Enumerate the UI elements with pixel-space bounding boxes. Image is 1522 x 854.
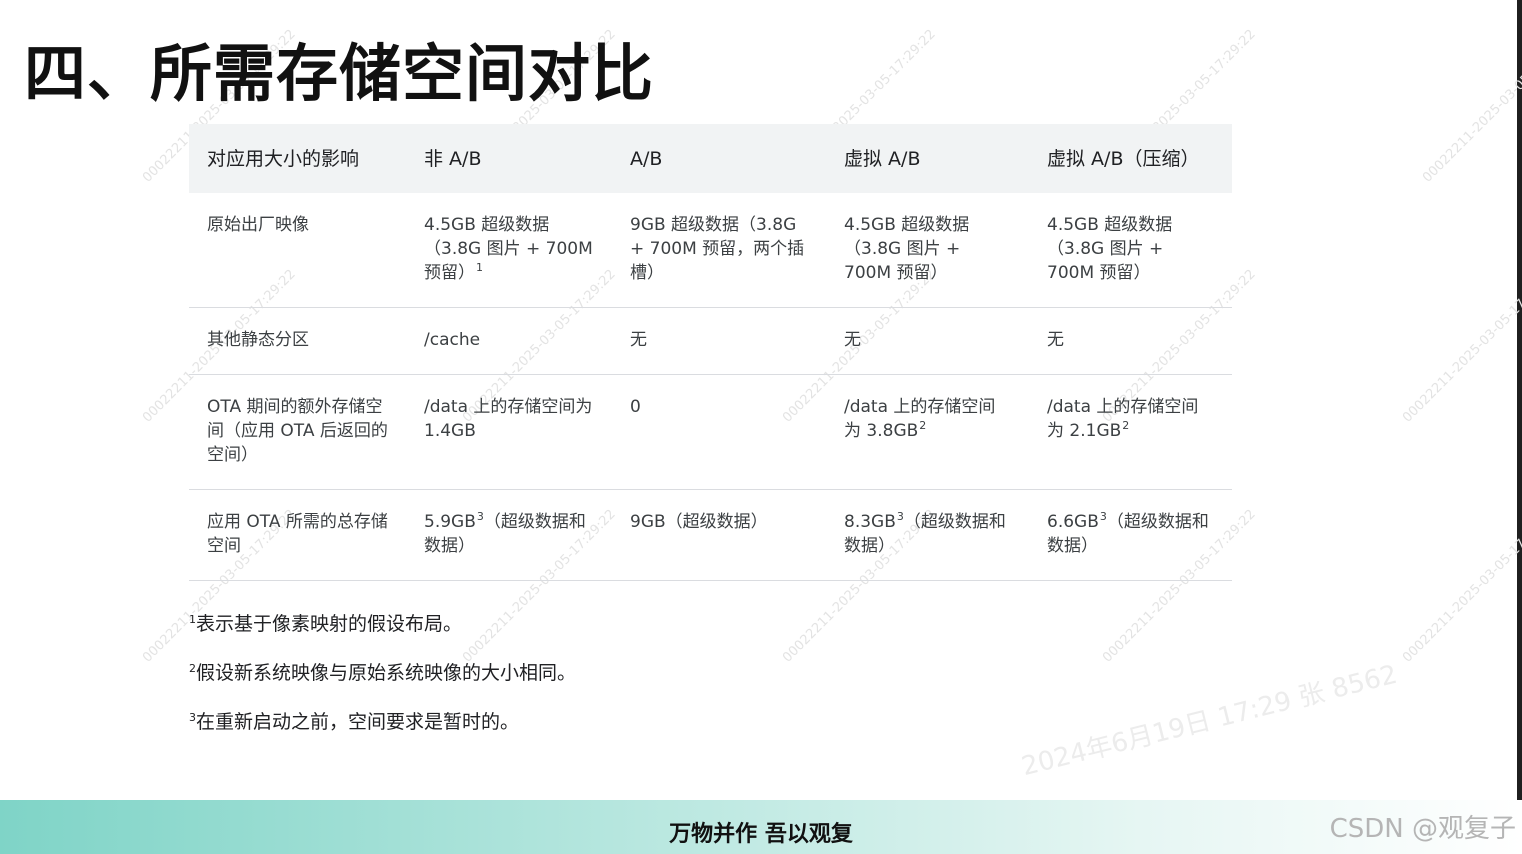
row-label-text: 其他静态分区 (207, 330, 309, 350)
table-cell: 5.9GB3（超级数据和数据） (406, 489, 612, 581)
right-edge-bar (1517, 0, 1522, 800)
column-header: 虚拟 A/B (844, 147, 921, 170)
table-cell: /data 上的存储空间为 3.8GB2 (826, 374, 1029, 490)
table-cell: 4.5GB 超级数据（3.8G 图片 + 700M 预留） (1029, 193, 1232, 308)
table-cell: 8.3GB3（超级数据和数据） (826, 489, 1029, 581)
table-cell: /cache (406, 307, 612, 375)
row-label-text: 原始出厂映像 (207, 215, 309, 235)
row-label: 应用 OTA 所需的总存储空间 (189, 489, 406, 581)
table-row: 原始出厂映像 4.5GB 超级数据（3.8G 图片 + 700M 预留）1 9G… (189, 193, 1232, 308)
table-cell: /data 上的存储空间为 1.4GB (406, 374, 612, 490)
footnote-ref: 2 (919, 419, 927, 433)
footnote-ref: 1 (476, 261, 483, 275)
footer-bar: 万物并作 吾以观复 (0, 800, 1522, 854)
table-row: OTA 期间的额外存储空间（应用 OTA 后返回的空间） /data 上的存储空… (189, 374, 1232, 490)
footnote-text: 在重新启动之前，空间要求是暂时的。 (196, 711, 520, 733)
cell-text: 无 (844, 330, 861, 350)
row-label: OTA 期间的额外存储空间（应用 OTA 后返回的空间） (189, 374, 406, 490)
table-header: 对应用大小的影响 非 A/B A/B 虚拟 A/B 虚拟 A/B（压缩） (189, 124, 1232, 193)
cell-text: /cache (424, 330, 481, 350)
footnote-ref: 3 (1099, 510, 1107, 524)
row-label: 原始出厂映像 (189, 193, 406, 308)
footnote: 3在重新启动之前，空间要求是暂时的。 (188, 706, 576, 755)
cell-text: /data 上的存储空间为 1.4GB (424, 397, 593, 441)
cell-text: 4.5GB 超级数据（3.8G 图片 + 700M 预留） (424, 215, 593, 283)
header-row: 对应用大小的影响 非 A/B A/B 虚拟 A/B 虚拟 A/B（压缩） (189, 124, 1232, 193)
table-cell: 0 (612, 374, 826, 490)
cell-text: 9GB（超级数据） (630, 512, 768, 532)
watermark: 00022211-2025-03-05-17:29:22 (1400, 266, 1522, 426)
footnote-number: 3 (189, 710, 196, 724)
cell-text: 4.5GB 超级数据（3.8G 图片 + 700M 预留） (1047, 215, 1173, 283)
cell-text: 9GB 超级数据（3.8G + 700M 预留，两个插槽） (630, 215, 805, 283)
footnote: 1表示基于像素映射的假设布局。 (188, 608, 576, 657)
table-cell: 无 (826, 307, 1029, 375)
table-cell: 9GB 超级数据（3.8G + 700M 预留，两个插槽） (612, 193, 826, 308)
cell-text: 无 (1047, 330, 1064, 350)
column-header: 非 A/B (424, 147, 482, 170)
footnote-ref: 3 (476, 510, 484, 524)
date-watermark: 2024年6月19日 17:29 张 8562 (1019, 659, 1401, 783)
table-cell: 无 (1029, 307, 1232, 375)
footnote: 2假设新系统映像与原始系统映像的大小相同。 (188, 657, 576, 706)
table-cell: 无 (612, 307, 826, 375)
cell-text: 8.3GB (844, 512, 896, 532)
watermark: 00022211-2025-03-05-17:29:22 (1420, 26, 1522, 186)
page-title: 四、所需存储空间对比 (24, 37, 655, 110)
table-cell: 4.5GB 超级数据（3.8G 图片 + 700M 预留）1 (406, 193, 612, 308)
cell-text: 0 (630, 397, 641, 417)
footnotes: 1表示基于像素映射的假设布局。 2假设新系统映像与原始系统映像的大小相同。 3在… (188, 608, 576, 755)
table-row: 其他静态分区 /cache 无 无 无 (189, 307, 1232, 375)
column-header: 虚拟 A/B（压缩） (1047, 147, 1200, 170)
table-cell: /data 上的存储空间为 2.1GB2 (1029, 374, 1232, 490)
footnote-ref: 3 (896, 510, 904, 524)
cell-text: 4.5GB 超级数据（3.8G 图片 + 700M 预留） (844, 215, 970, 283)
footnote-number: 2 (189, 661, 196, 675)
row-label-text: 应用 OTA 所需的总存储空间 (207, 512, 388, 556)
footer-slogan: 万物并作 吾以观复 (669, 822, 853, 847)
table-body: 原始出厂映像 4.5GB 超级数据（3.8G 图片 + 700M 预留）1 9G… (189, 193, 1232, 581)
column-header: A/B (630, 147, 663, 170)
cell-text: 6.6GB (1047, 512, 1099, 532)
footnote-ref: 2 (1122, 419, 1130, 433)
column-header: 对应用大小的影响 (207, 147, 360, 170)
table-row: 应用 OTA 所需的总存储空间 5.9GB3（超级数据和数据） 9GB（超级数据… (189, 489, 1232, 581)
row-label: 其他静态分区 (189, 307, 406, 375)
footnote-text: 假设新系统映像与原始系统映像的大小相同。 (196, 662, 577, 684)
watermark: 00022211-2025-03-05-17:29:22 (1400, 506, 1522, 666)
row-label-text: OTA 期间的额外存储空间（应用 OTA 后返回的空间） (207, 397, 388, 465)
comparison-table-container: 对应用大小的影响 非 A/B A/B 虚拟 A/B 虚拟 A/B（压缩） 原始出… (189, 124, 1232, 581)
cell-text: 无 (630, 330, 647, 350)
table-cell: 9GB（超级数据） (612, 489, 826, 581)
footnote-number: 1 (189, 612, 196, 626)
table-cell: 4.5GB 超级数据（3.8G 图片 + 700M 预留） (826, 193, 1029, 308)
csdn-watermark: CSDN @观复子 (1329, 814, 1516, 844)
cell-text: 5.9GB (424, 512, 476, 532)
footnote-text: 表示基于像素映射的假设布局。 (196, 613, 463, 635)
storage-comparison-table: 对应用大小的影响 非 A/B A/B 虚拟 A/B 虚拟 A/B（压缩） 原始出… (189, 124, 1232, 581)
table-cell: 6.6GB3（超级数据和数据） (1029, 489, 1232, 581)
